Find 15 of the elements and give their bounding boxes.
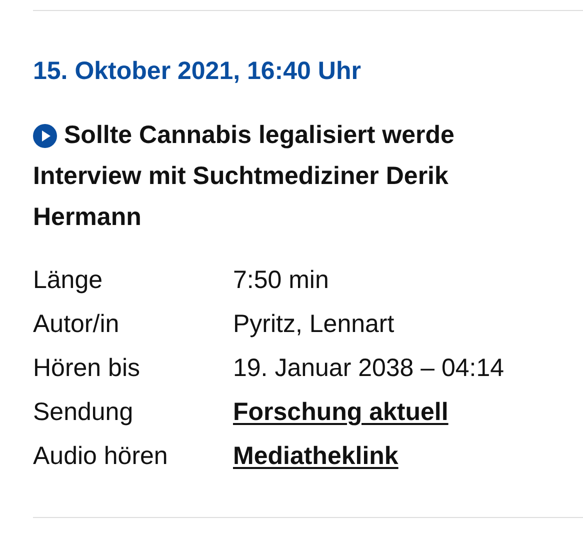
- detail-label: Sendung: [33, 397, 134, 428]
- detail-value: Pyritz, Lennart: [233, 309, 394, 340]
- detail-link[interactable]: Mediatheklink: [233, 434, 398, 478]
- detail-label: Hören bis: [33, 353, 141, 384]
- detail-label: Audio hören: [33, 441, 169, 472]
- date-heading: 15. Oktober 2021, 16:40 Uhr: [33, 56, 362, 87]
- title-text: Hermann: [33, 202, 142, 233]
- title-text: Sollte Cannabis legalisiert werde: [64, 120, 454, 151]
- title-text: Interview mit Suchtmediziner Derik: [33, 161, 448, 192]
- detail-value: 19. Januar 2038 – 04:14: [233, 353, 504, 384]
- play-icon[interactable]: [33, 124, 57, 148]
- detail-label: Länge: [33, 265, 104, 296]
- detail-link[interactable]: Forschung aktuell: [233, 390, 448, 434]
- detail-label: Autor/in: [33, 309, 120, 340]
- detail-value: 7:50 min: [233, 265, 329, 296]
